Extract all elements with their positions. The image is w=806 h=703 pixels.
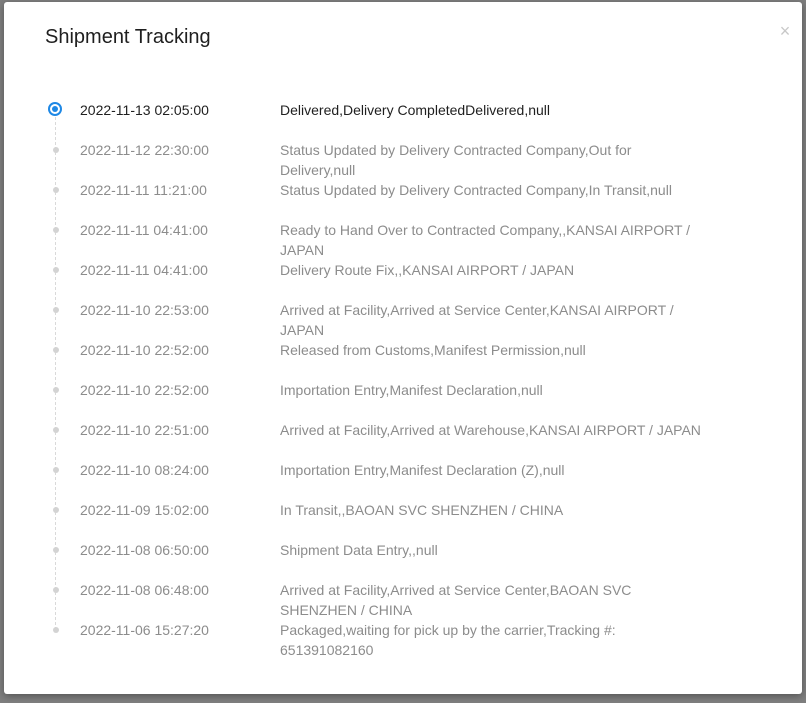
event-description: Importation Entry,Manifest Declaration (… — [280, 462, 565, 478]
modal-title: Shipment Tracking — [45, 26, 211, 48]
status-dot-icon — [53, 587, 59, 593]
event-description: Importation Entry,Manifest Declaration,n… — [280, 382, 543, 398]
status-dot-icon — [53, 627, 59, 633]
event-time: 2022-11-06 15:27:20 — [80, 622, 209, 638]
status-dot-icon — [53, 147, 59, 153]
event-time: 2022-11-11 11:21:00 — [80, 182, 207, 198]
event-description: Shipment Data Entry,,null — [280, 542, 438, 558]
event-time: 2022-11-11 04:41:00 — [80, 222, 208, 238]
current-status-dot-icon — [48, 102, 62, 116]
event-time: 2022-11-11 04:41:00 — [80, 262, 208, 278]
event-time: 2022-11-10 22:51:00 — [80, 422, 209, 438]
event-description: Arrived at Facility,Arrived at Service C… — [280, 302, 674, 338]
status-dot-icon — [53, 427, 59, 433]
event-description: Arrived at Facility,Arrived at Service C… — [280, 582, 632, 618]
event-time: 2022-11-13 02:05:00 — [80, 102, 209, 118]
event-description: Delivered,Delivery CompletedDelivered,nu… — [280, 102, 551, 118]
event-description: Arrived at Facility,Arrived at Warehouse… — [280, 422, 701, 438]
event-description: Status Updated by Delivery Contracted Co… — [280, 182, 672, 198]
event-description: Status Updated by Delivery Contracted Co… — [280, 142, 632, 178]
status-dot-icon — [53, 187, 59, 193]
event-description: Ready to Hand Over to Contracted Company… — [280, 222, 691, 258]
event-time: 2022-11-08 06:50:00 — [80, 542, 209, 558]
event-time: 2022-11-10 22:52:00 — [80, 342, 209, 358]
close-icon[interactable]: × — [778, 22, 792, 40]
status-dot-icon — [53, 467, 59, 473]
event-description: In Transit,,BAOAN SVC SHENZHEN / CHINA — [280, 502, 564, 518]
status-dot-icon — [53, 307, 59, 313]
shipment-tracking-modal: Shipment Tracking × 2022-11-13 02:05:00 … — [4, 2, 802, 694]
event-time: 2022-11-09 15:02:00 — [80, 502, 209, 518]
status-dot-icon — [53, 267, 59, 273]
status-dot-icon — [53, 547, 59, 553]
event-time: 2022-11-12 22:30:00 — [80, 142, 209, 158]
event-time: 2022-11-10 22:52:00 — [80, 382, 209, 398]
tracking-timeline: 2022-11-13 02:05:00 Delivered,Delivery C… — [4, 100, 802, 670]
status-dot-icon — [53, 347, 59, 353]
status-dot-icon — [53, 387, 59, 393]
event-time: 2022-11-10 08:24:00 — [80, 462, 209, 478]
event-description: Delivery Route Fix,,KANSAI AIRPORT / JAP… — [280, 262, 575, 278]
event-description: Released from Customs,Manifest Permissio… — [280, 342, 586, 358]
status-dot-icon — [53, 227, 59, 233]
status-dot-icon — [53, 507, 59, 513]
event-description: Packaged,waiting for pick up by the carr… — [280, 622, 616, 658]
event-time: 2022-11-08 06:48:00 — [80, 582, 209, 598]
event-time: 2022-11-10 22:53:00 — [80, 302, 209, 318]
